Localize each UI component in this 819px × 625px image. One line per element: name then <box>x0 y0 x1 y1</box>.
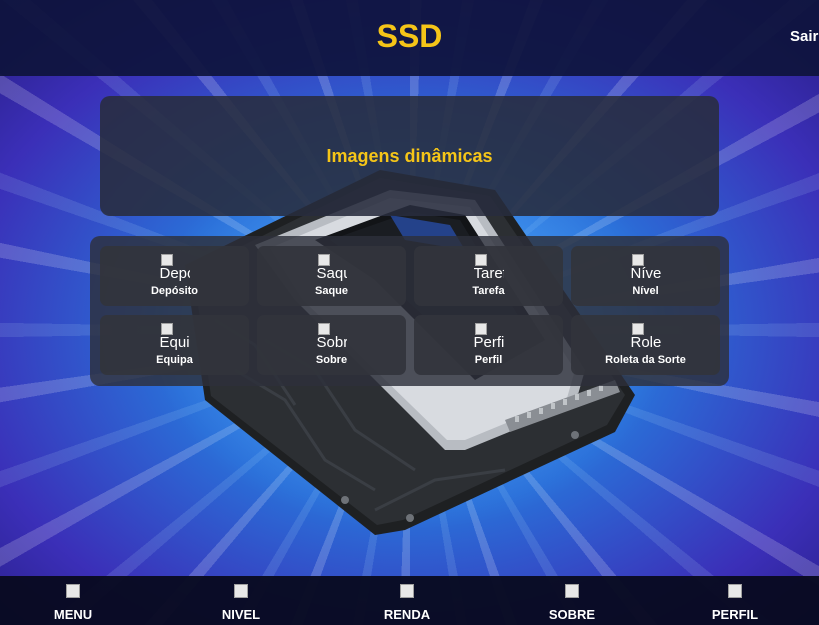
bottom-navigation: MENU NIVEL RENDA SOBRE PERFIL <box>0 576 819 625</box>
nav-label: MENU <box>53 607 93 622</box>
profile-icon <box>728 584 742 598</box>
tile-label: Saque <box>314 285 348 297</box>
task-icon: Tarefa <box>474 254 504 282</box>
tile-about[interactable]: Sobre Sobre <box>257 315 406 375</box>
profile-icon: Perfil <box>474 323 504 351</box>
nav-item-menu[interactable]: MENU <box>28 584 118 622</box>
tile-label: Roleta da Sorte <box>605 354 686 366</box>
tile-label: Equipa <box>156 354 193 366</box>
exit-link[interactable]: Sair <box>790 28 818 45</box>
deposit-icon: Depósito <box>160 254 190 282</box>
dynamic-images-banner: Imagens dinâmicas <box>100 96 719 216</box>
top-header: SSD Sair <box>0 0 819 76</box>
nav-label: NIVEL <box>221 607 261 622</box>
tile-label: Nível <box>632 285 659 297</box>
tile-roulette[interactable]: Roleta da Sorte Roleta da Sorte <box>571 315 720 375</box>
action-grid: Depósito Depósito Saque Saque Tarefa Tar… <box>90 236 729 386</box>
level-icon <box>234 584 248 598</box>
tile-team[interactable]: Equipa Equipa <box>100 315 249 375</box>
withdraw-icon: Saque <box>317 254 347 282</box>
tile-label: Sobre <box>315 354 348 366</box>
tile-level[interactable]: Nível Nível <box>571 246 720 306</box>
level-icon: Nível <box>631 254 661 282</box>
menu-icon <box>66 584 80 598</box>
nav-label: PERFIL <box>711 607 759 622</box>
nav-label: RENDA <box>383 607 431 622</box>
page-title: SSD <box>376 18 443 54</box>
roulette-icon: Roleta da Sorte <box>631 323 661 351</box>
tile-task[interactable]: Tarefa Tarefa <box>414 246 563 306</box>
tile-profile[interactable]: Perfil Perfil <box>414 315 563 375</box>
tile-label: Perfil <box>474 354 503 366</box>
nav-label: SOBRE <box>548 607 596 622</box>
nav-item-about[interactable]: SOBRE <box>527 584 617 622</box>
about-icon: Sobre <box>317 323 347 351</box>
tile-label: Depósito <box>150 285 199 297</box>
banner-text: Imagens dinâmicas <box>326 145 493 166</box>
income-icon <box>400 584 414 598</box>
tile-withdraw[interactable]: Saque Saque <box>257 246 406 306</box>
nav-item-level[interactable]: NIVEL <box>196 584 286 622</box>
nav-item-income[interactable]: RENDA <box>362 584 452 622</box>
tile-deposit[interactable]: Depósito Depósito <box>100 246 249 306</box>
tile-label: Tarefa <box>472 285 505 297</box>
nav-item-profile[interactable]: PERFIL <box>690 584 780 622</box>
team-icon: Equipa <box>160 323 190 351</box>
about-icon <box>565 584 579 598</box>
